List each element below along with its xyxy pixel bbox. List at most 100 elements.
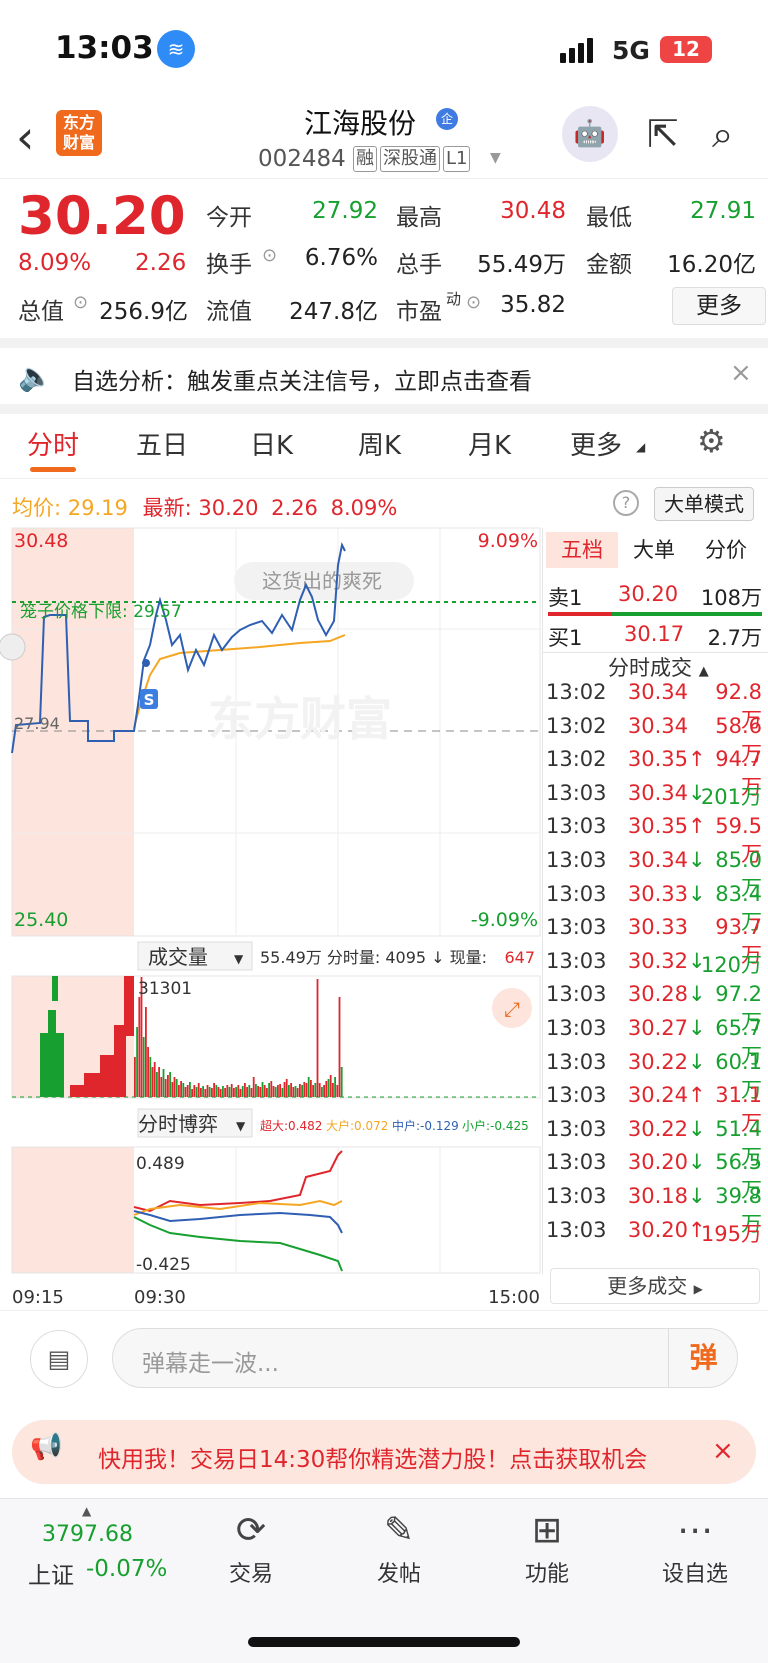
- trade-row: 13:03 30.34 ↓ 85.0万: [546, 848, 764, 900]
- chevron-up-icon[interactable]: ▲: [82, 1504, 91, 1518]
- gear-icon[interactable]: ⚙: [697, 422, 726, 460]
- tab-price-dist[interactable]: 分价: [690, 532, 762, 568]
- tab-five-levels[interactable]: 五档: [546, 532, 618, 568]
- volume-bar: [226, 1085, 229, 1097]
- info-icon[interactable]: ⊙: [262, 245, 277, 266]
- trade-row: 13:02 30.35 ↑ 94.7万: [546, 747, 764, 799]
- volume-bar: [257, 1086, 259, 1097]
- tab-daily-k[interactable]: 日K: [250, 425, 293, 462]
- volume-bar: [228, 1087, 231, 1097]
- index-name[interactable]: 上证: [28, 1556, 74, 1590]
- min-pct-label: -9.09%: [471, 909, 538, 931]
- turnover-label: 换手: [206, 252, 252, 278]
- danmu-text: 这货出的爽死: [262, 569, 382, 593]
- drawer-handle[interactable]: [0, 633, 26, 661]
- nav-functions[interactable]: ⊞ 功能: [492, 1510, 602, 1588]
- volume-bar: [195, 1087, 198, 1097]
- avg-label: 均价:: [12, 496, 62, 520]
- amount-value: 16.20亿: [667, 252, 756, 278]
- danmu-send-button[interactable]: 弹: [668, 1328, 738, 1388]
- latest-change: 2.26: [271, 496, 318, 520]
- share-icon[interactable]: ⇱: [647, 112, 679, 156]
- volume-label: 总手: [396, 252, 442, 278]
- tag-level: L1: [443, 146, 471, 172]
- volume-bar: [182, 1083, 185, 1097]
- close-icon[interactable]: ×: [730, 358, 752, 388]
- volume-bar: [261, 1082, 264, 1097]
- volume-bar: [307, 1077, 310, 1097]
- market-cap-value: 256.9亿: [99, 299, 188, 325]
- volume-bar: [263, 1085, 266, 1097]
- tab-more[interactable]: 更多: [570, 425, 622, 462]
- chevron-down-icon: ▼: [236, 1119, 246, 1133]
- search-icon[interactable]: ⌕: [712, 112, 733, 157]
- volume-bar: [186, 1085, 189, 1097]
- assistant-robot-icon[interactable]: 🤖: [562, 106, 618, 162]
- notice-text[interactable]: 自选分析：触发重点关注信号，立即点击查看: [72, 362, 532, 396]
- volume-bar: [153, 1062, 156, 1097]
- trade-time: 13:03: [546, 948, 607, 973]
- trade-price: 30.27: [627, 1016, 688, 1040]
- nav-add-watchlist[interactable]: ⋯ 设自选: [640, 1510, 750, 1588]
- edit-icon: ✎: [383, 1510, 415, 1551]
- chevron-down-icon[interactable]: ▼: [490, 150, 501, 166]
- close-icon[interactable]: ×: [712, 1436, 734, 1466]
- trade-time: 13:03: [546, 1217, 607, 1242]
- volume-bar: [235, 1087, 237, 1097]
- volume-bar: [303, 1082, 306, 1097]
- help-icon[interactable]: ?: [613, 490, 639, 516]
- logo-text: 东方财富: [62, 113, 95, 152]
- promo-text[interactable]: 快用我！交易日14:30帮你精选潜力股！点击获取机会: [98, 1440, 702, 1474]
- trade-price: 30.33: [627, 881, 688, 906]
- danmu-settings-icon[interactable]: ▤: [30, 1330, 88, 1388]
- more-trades-button[interactable]: 更多成交 ▶: [550, 1268, 760, 1304]
- sort-up-icon: ▲: [698, 664, 709, 679]
- expand-icon: ⤢: [504, 997, 520, 1021]
- volume-bar: [197, 1083, 200, 1097]
- nav-trade[interactable]: ⟳ 交易: [196, 1510, 306, 1588]
- trade-time: 13:02: [546, 713, 607, 738]
- volume-bar: [294, 1086, 297, 1097]
- info-icon[interactable]: ⊙: [73, 292, 88, 313]
- status-bar: 13:03 ≋ 5G 12: [0, 0, 768, 100]
- float-cap-label: 流值: [206, 299, 252, 325]
- trade-row: 13:03 30.35 ↑ 59.5万: [546, 814, 764, 866]
- prev-close-label: 27.94: [14, 714, 60, 733]
- tab-monthly-k[interactable]: 月K: [468, 425, 511, 462]
- latest-pct: 8.09%: [330, 496, 398, 520]
- volume-bar: [178, 1085, 180, 1097]
- buy-pressure-bar: [612, 612, 762, 616]
- tab-big-orders[interactable]: 大单: [618, 532, 690, 568]
- pe-label: 市盈: [396, 299, 442, 325]
- trades-title[interactable]: 分时成交 ▲: [608, 652, 709, 682]
- trade-time: 13:03: [546, 982, 607, 1007]
- time-label-open: 09:30: [134, 1287, 186, 1308]
- tab-weekly-k[interactable]: 周K: [358, 425, 401, 462]
- max-pct-label: 9.09%: [478, 530, 538, 552]
- current-volume: 647: [504, 948, 535, 967]
- pe-value: 35.82: [500, 292, 566, 318]
- low-value: 27.91: [690, 198, 756, 224]
- trade-time: 13:03: [546, 1150, 607, 1175]
- trade-price: 30.34: [627, 713, 688, 738]
- index-value[interactable]: 3797.68: [42, 1522, 133, 1547]
- volume-bar: [134, 1057, 136, 1097]
- stock-tags: 融深股通 L1: [350, 146, 471, 172]
- volume-label: 成交量: [148, 945, 208, 969]
- big-order-mode-button[interactable]: 大单模式: [654, 487, 754, 521]
- intraday-chart[interactable]: 东方财富 这货出的爽死 S 30.48 25.40 27.94 9.09% -9…: [0, 525, 546, 1315]
- stock-name: 江海股份: [304, 107, 417, 140]
- volume-bar: [175, 1079, 178, 1097]
- nav-post[interactable]: ✎ 发帖: [344, 1510, 454, 1588]
- info-icon[interactable]: ⊙: [466, 292, 481, 313]
- volume-bar: [160, 1077, 163, 1097]
- trade-time: 13:03: [546, 1184, 607, 1208]
- back-button[interactable]: ‹: [16, 112, 34, 162]
- tab-five-day[interactable]: 五日: [136, 425, 188, 462]
- volume-bar: [299, 1084, 301, 1097]
- capital-game-label: 分时博弈: [138, 1112, 218, 1136]
- volume-bar: [323, 1085, 325, 1097]
- more-quote-button[interactable]: 更多: [672, 287, 766, 325]
- index-change[interactable]: -0.07%: [86, 1556, 167, 1582]
- tab-intraday[interactable]: 分时: [27, 425, 79, 462]
